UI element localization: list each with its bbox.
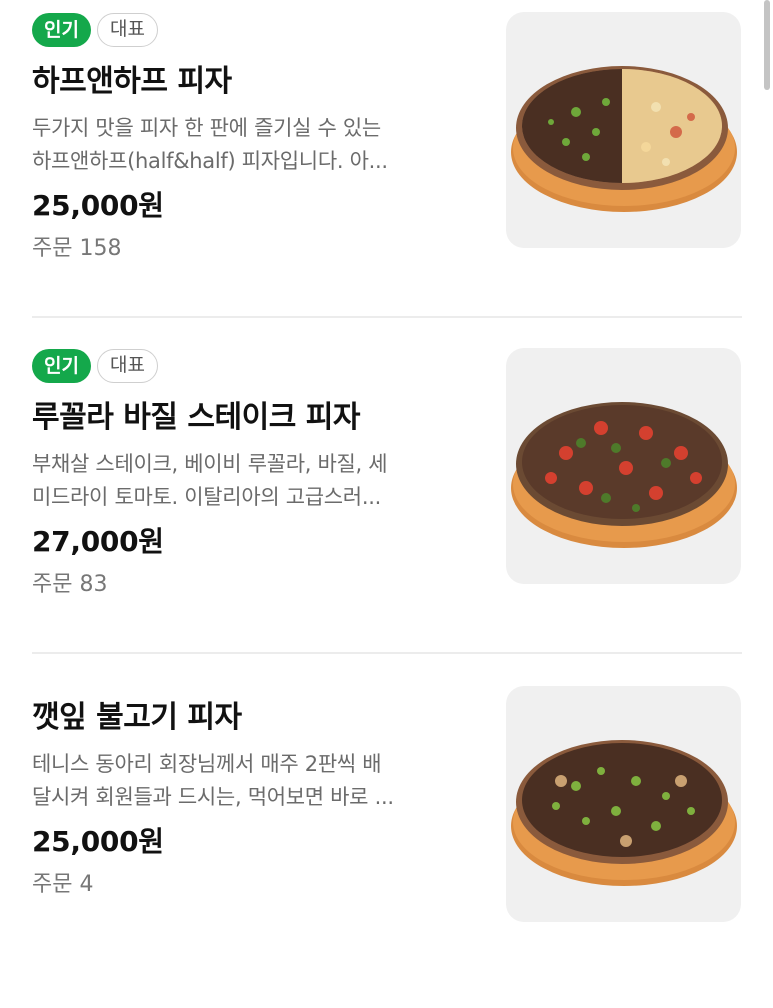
badge-group: 인기 대표 xyxy=(32,348,472,384)
description-line: 두가지 맛을 피자 한 판에 즐기실 수 있는 xyxy=(32,116,381,140)
menu-item-order-count: 주문 83 xyxy=(32,572,108,597)
representative-badge: 대표 xyxy=(96,349,158,383)
pizza-bulgogi-photo xyxy=(511,740,737,886)
menu-item-name: 루꼴라 바질 스테이크 피자 xyxy=(32,400,360,435)
divider xyxy=(32,316,742,318)
menu-item-order-count: 주문 158 xyxy=(32,236,122,261)
menu-item-description: 두가지 맛을 피자 한 판에 즐기실 수 있는 하프앤하프(half&half)… xyxy=(32,112,462,178)
description-line: 테니스 동아리 회장님께서 매주 2판씩 배 xyxy=(32,752,382,776)
popular-badge: 인기 xyxy=(32,349,91,383)
representative-badge: 대표 xyxy=(96,13,158,47)
menu-item-name: 깻잎 불고기 피자 xyxy=(32,700,242,735)
menu-item-thumbnail[interactable] xyxy=(506,12,741,248)
menu-item-info: 인기 대표 루꼴라 바질 스테이크 피자 부채살 스테이크, 베이비 루꼴라, … xyxy=(32,348,472,598)
menu-item-description: 부채살 스테이크, 베이비 루꼴라, 바질, 세 미드라이 토마토. 이탈리아의… xyxy=(32,448,462,514)
menu-item-price: 25,000원 xyxy=(32,825,164,858)
badge-group: 인기 대표 xyxy=(32,12,472,48)
description-line: 부채살 스테이크, 베이비 루꼴라, 바질, 세 xyxy=(32,452,388,476)
menu-item-price: 27,000원 xyxy=(32,525,164,558)
menu-item-name: 하프앤하프 피자 xyxy=(32,64,232,99)
menu-item-price: 25,000원 xyxy=(32,189,164,222)
menu-item-perilla-bulgogi[interactable]: 깻잎 불고기 피자 테니스 동아리 회장님께서 매주 2판씩 배 달시켜 회원들… xyxy=(0,672,773,1008)
menu-item-order-count: 주문 4 xyxy=(32,872,94,897)
divider xyxy=(32,652,742,654)
description-line: 달시켜 회원들과 드시는, 먹어보면 바로 ... xyxy=(32,785,394,809)
menu-item-description: 테니스 동아리 회장님께서 매주 2판씩 배 달시켜 회원들과 드시는, 먹어보… xyxy=(32,748,462,814)
pizza-half-and-half-photo xyxy=(511,66,737,212)
menu-item-thumbnail[interactable] xyxy=(506,348,741,584)
description-line: 미드라이 토마토. 이탈리아의 고급스러... xyxy=(32,485,381,509)
menu-list: 인기 대표 하프앤하프 피자 두가지 맛을 피자 한 판에 즐기실 수 있는 하… xyxy=(0,0,773,922)
menu-item-info: 깻잎 불고기 피자 테니스 동아리 회장님께서 매주 2판씩 배 달시켜 회원들… xyxy=(32,692,472,898)
menu-item-thumbnail[interactable] xyxy=(506,686,741,922)
scrollbar[interactable] xyxy=(764,0,770,90)
menu-item-half-and-half[interactable]: 인기 대표 하프앤하프 피자 두가지 맛을 피자 한 판에 즐기실 수 있는 하… xyxy=(0,0,773,336)
menu-item-arugula-basil-steak[interactable]: 인기 대표 루꼴라 바질 스테이크 피자 부채살 스테이크, 베이비 루꼴라, … xyxy=(0,336,773,672)
pizza-arugula-steak-photo xyxy=(511,402,737,548)
description-line: 하프앤하프(half&half) 피자입니다. 아... xyxy=(32,149,388,173)
menu-item-info: 인기 대표 하프앤하프 피자 두가지 맛을 피자 한 판에 즐기실 수 있는 하… xyxy=(32,12,472,262)
popular-badge: 인기 xyxy=(32,13,91,47)
